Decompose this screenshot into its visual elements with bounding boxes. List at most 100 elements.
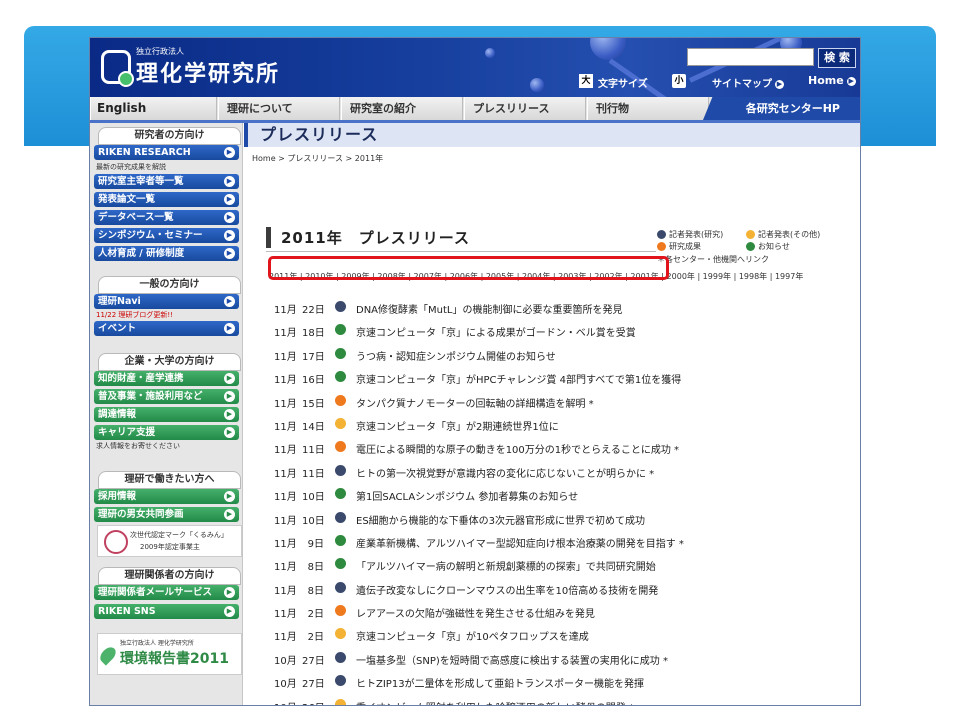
release-row[interactable]: 11月 11日 電圧による瞬間的な原子の動きを100万分の1秒でとらえることに成功 … [274,437,854,460]
nav-center-hp[interactable]: 各研究センターHP [703,97,860,120]
arrow-right-icon: ▶ [224,373,235,384]
release-day: 27日 [302,679,325,691]
release-title-link[interactable]: 京速コンピュータ「京」が2期連続世界1位に [356,418,559,433]
sidebar-item-label: キャリア支援 [98,427,156,438]
riken-logo-icon[interactable] [101,50,134,87]
sidebar-item-ip[interactable]: 知的財産・産学連携 ▶ [94,371,239,386]
font-size-label: 文字サイズ [598,79,648,90]
release-row[interactable]: 11月 8日 遺伝子改変なしにクローンマウスの出生率を10倍高める技術を開発 [274,578,854,601]
release-row[interactable]: 11月 18日 京速コンピュータ「京」による成果がゴードン・ベル賞を受賞 [274,320,854,343]
sidebar-item-event[interactable]: イベント ▶ [94,321,239,336]
nav-english[interactable]: English [90,97,217,120]
sidebar-item-mail-service[interactable]: 理研関係者メールサービス ▶ [94,585,239,600]
release-day: 18日 [302,328,325,340]
release-row[interactable]: 11月 10日 ES細胞から機能的な下垂体の3次元器官形成に世界で初めて成功 [274,508,854,531]
green-category-icon [335,324,346,336]
release-title-link[interactable]: 京速コンピュータ「京」がHPCチャレンジ賞 4部門すべてで第1位を獲得 [356,371,681,386]
sidebar-head-corporate: 企業・大学の方向け [98,353,241,371]
release-title-link[interactable]: レアアースの欠陥が強磁性を発生させる仕組みを発見 [356,605,595,620]
release-row[interactable]: 11月 16日 京速コンピュータ「京」がHPCチャレンジ賞 4部門すべてで第1位を獲… [274,367,854,390]
home-link[interactable]: Home ▶ [808,74,856,87]
release-row[interactable]: 11月 22日 DNA修復酵素「MutL」の機能制御に必要な重要箇所を発見 [274,297,854,320]
sidebar-item-procurement[interactable]: 調達情報 ▶ [94,407,239,422]
release-row[interactable]: 11月 9日 産業革新機構、アルツハイマー型認知症向け根本治療薬の開発を目指す * [274,531,854,554]
release-row[interactable]: 10月 26日 重イオンビーム照射を利用した吟醸酒用の新しい酵母の開発 * [274,695,854,705]
sidebar-item-recruit[interactable]: 採用情報 ▶ [94,489,239,504]
release-day: 2日 [307,632,324,644]
release-title-link[interactable]: うつ病・認知症シンポジウム開催のお知らせ [356,348,556,363]
release-row[interactable]: 11月 11日 ヒトの第一次視覚野が意識内容の変化に応じないことが明らかに * [274,461,854,484]
release-title-link[interactable]: DNA修復酵素「MutL」の機能制御に必要な重要箇所を発見 [356,301,622,316]
release-title-link[interactable]: 第1回SACLAシンポジウム 参加者募集のお知らせ [356,488,578,503]
release-title-link[interactable]: 産業革新機構、アルツハイマー型認知症向け根本治療薬の開発を目指す * [356,535,684,550]
sidebar-item-sns[interactable]: RIKEN SNS ▶ [94,604,239,619]
release-row[interactable]: 10月 27日 一塩基多型（SNP)を短時間で高感度に検出する装置の実用化に成功 * [274,648,854,671]
release-title-link[interactable]: 「アルツハイマー病の解明と新規創薬標的の探索」で共同研究開始 [356,558,656,573]
sidebar-item-lab-heads[interactable]: 研究室主宰者等一覧 ▶ [94,174,239,189]
release-day: 9日 [307,538,324,550]
sidebar-item-training[interactable]: 人材育成 / 研修制度 ▶ [94,246,239,261]
legend-center-note: ＊各センター・他機関へリンク [657,255,769,264]
release-row[interactable]: 11月 2日 レアアースの欠陥が強磁性を発生させる仕組みを発見 [274,601,854,624]
release-title-link[interactable]: タンパク質ナノモーターの回転軸の詳細構造を解明 * [356,395,594,410]
logo-title[interactable]: 理化学研究所 [136,56,280,88]
arrow-right-icon: ▶ [224,491,235,502]
sidebar-item-riken-navi[interactable]: 理研Navi ▶ [94,294,239,309]
release-row[interactable]: 11月 2日 京速コンピュータ「京」が10ペタフロップスを達成 [274,624,854,647]
release-title-link[interactable]: 京速コンピュータ「京」による成果がゴードン・ベル賞を受賞 [356,324,636,339]
legend-press-other: 記者発表(その他) [746,229,820,240]
font-size-small-button[interactable]: 小 [672,74,686,88]
release-day: 14日 [302,421,325,433]
orange-category-icon [335,441,346,453]
release-month: 11月 [274,492,297,504]
release-day: 8日 [307,585,324,597]
sidebar-item-gender[interactable]: 理研の男女共同参画 ▶ [94,507,239,522]
release-row[interactable]: 11月 17日 うつ病・認知症シンポジウム開催のお知らせ [274,344,854,367]
release-row[interactable]: 11月 15日 タンパク質ナノモーターの回転軸の詳細構造を解明 * [274,391,854,414]
sidebar-item-symposium[interactable]: シンポジウム・セミナー ▶ [94,228,239,243]
release-title-link[interactable]: ES細胞から機能的な下垂体の3次元器官形成に世界で初めて成功 [356,512,645,527]
env-report-banner[interactable]: 独立行政法人 理化学研究所 環境報告書2011 [97,633,242,675]
release-day: 11日 [302,445,325,457]
dark-category-icon [335,581,346,593]
green-category-icon [335,534,346,546]
arrow-right-icon: ▶ [224,427,235,438]
release-title-link[interactable]: 重イオンビーム照射を利用した吟醸酒用の新しい酵母の開発 * [356,699,634,705]
nav-about[interactable]: 理研について [218,97,340,120]
nav-press-release[interactable]: プレスリリース [464,97,586,120]
release-title-link[interactable]: 一塩基多型（SNP)を短時間で高感度に検出する装置の実用化に成功 * [356,652,668,667]
release-title-link[interactable]: 電圧による瞬間的な原子の動きを100万分の1秒でとらえることに成功 * [356,441,679,456]
sidebar-head-stakeholder: 理研関係者の方向け [98,567,241,585]
arrow-right-icon: ▶ [224,323,235,334]
nav-labs[interactable]: 研究室の紹介 [341,97,463,120]
release-title-link[interactable]: ヒトの第一次視覚野が意識内容の変化に応じないことが明らかに * [356,465,654,480]
nav-publications[interactable]: 刊行物 [587,97,709,120]
sidebar-item-papers[interactable]: 発表論文一覧 ▶ [94,192,239,207]
dark-category-icon [335,651,346,663]
release-title-link[interactable]: ヒトZIP13が二量体を形成して亜鉛トランスポーター機能を発揮 [356,675,644,690]
release-row[interactable]: 11月 14日 京速コンピュータ「京」が2期連続世界1位に [274,414,854,437]
release-title-link[interactable]: 遺伝子改変なしにクローンマウスの出生率を10倍高める技術を開発 [356,582,658,597]
font-size-large-button[interactable]: 大 [579,74,593,88]
legend-label: 記者発表(その他) [758,230,821,239]
release-row[interactable]: 11月 10日 第1回SACLAシンポジウム 参加者募集のお知らせ [274,484,854,507]
sitemap-link[interactable]: サイトマップ ▶ [712,75,784,90]
release-title-link[interactable]: 京速コンピュータ「京」が10ペタフロップスを達成 [356,628,589,643]
sidebar-item-facility[interactable]: 普及事業・施設利用など ▶ [94,389,239,404]
home-label: Home [808,74,844,87]
release-month: 11月 [274,305,297,316]
env-report-title: 環境報告書2011 [120,651,229,667]
sidebar-item-career[interactable]: キャリア支援 ▶ [94,425,239,440]
sidebar-item-database[interactable]: データベース一覧 ▶ [94,210,239,225]
release-row[interactable]: 11月 8日 「アルツハイマー病の解明と新規創薬標的の探索」で共同研究開始 [274,554,854,577]
molecule-decoration [485,48,495,58]
legend-press-research: 記者発表(研究) [657,229,723,240]
sidebar-item-riken-research[interactable]: RIKEN RESEARCH ▶ [94,145,239,160]
release-row[interactable]: 10月 27日 ヒトZIP13が二量体を形成して亜鉛トランスポーター機能を発揮 [274,671,854,694]
search-button[interactable]: 検 索 [818,48,856,68]
kurumin-banner[interactable]: 次世代認定マーク「くるみん」 2009年認定事業主 [97,525,242,557]
breadcrumb[interactable]: Home > プレスリリース > 2011年 [252,153,383,164]
yellow-category-icon [335,628,346,640]
kurumin-mark-icon [104,530,128,554]
search-input[interactable] [687,48,814,66]
